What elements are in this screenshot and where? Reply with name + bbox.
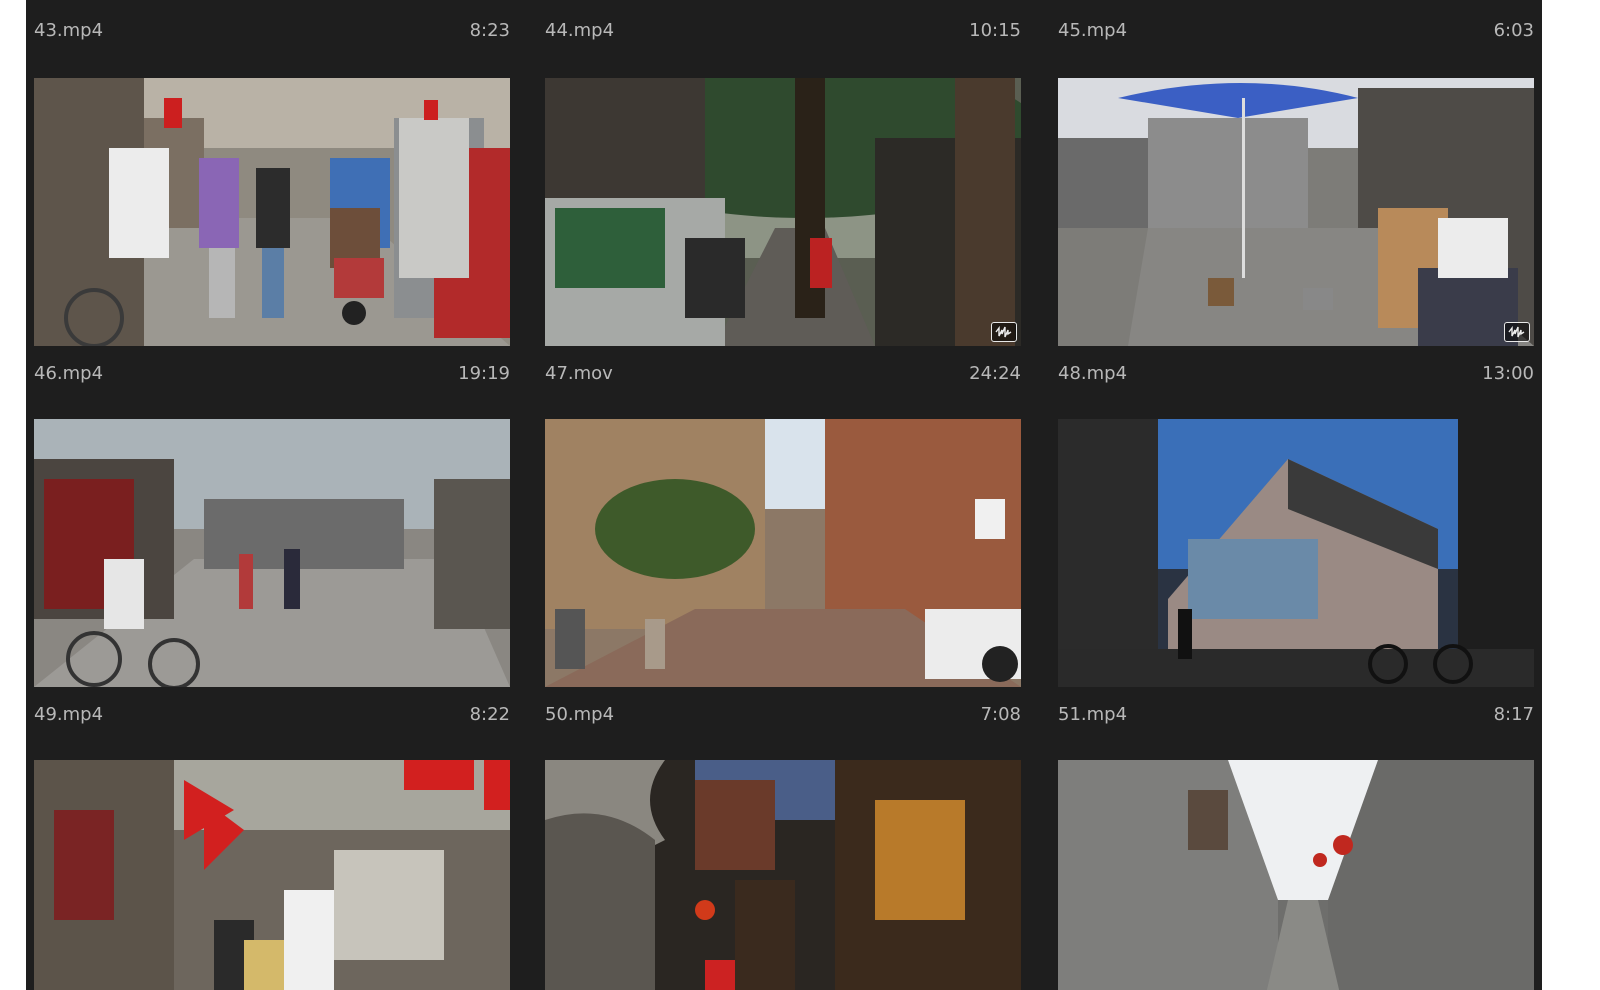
clip-filename: 46.mp4 xyxy=(34,363,104,384)
clip-duration: 10:15 xyxy=(969,20,1021,41)
clip-duration: 8:17 xyxy=(1493,704,1534,725)
clip-thumbnail[interactable] xyxy=(1058,419,1534,687)
audio-waveform-icon xyxy=(991,322,1017,342)
audio-waveform-icon xyxy=(1504,322,1530,342)
clip-filename: 45.mp4 xyxy=(1058,20,1128,41)
clip-thumbnail[interactable] xyxy=(1058,760,1534,990)
clip-duration: 24:24 xyxy=(969,363,1021,384)
clip-filename: 44.mp4 xyxy=(545,20,615,41)
clip-duration: 8:22 xyxy=(469,704,510,725)
thumbnail-image xyxy=(545,78,1021,346)
clip-filename: 48.mp4 xyxy=(1058,363,1128,384)
thumbnail-image xyxy=(545,419,1021,687)
thumbnail-image xyxy=(1058,419,1534,687)
thumbnail-image xyxy=(1058,78,1534,346)
thumbnail-image xyxy=(1058,760,1534,990)
thumbnail-image xyxy=(34,760,510,990)
clip-thumbnail[interactable] xyxy=(34,760,510,990)
clip-filename: 43.mp4 xyxy=(34,20,104,41)
thumbnail-image xyxy=(34,78,510,346)
clip-duration: 7:08 xyxy=(980,704,1021,725)
media-browser-panel: 43.mp4 8:23 44.mp4 10:15 45.mp4 6:03 46.… xyxy=(26,0,1542,990)
clip-thumbnail[interactable] xyxy=(545,78,1021,346)
clip-thumbnail[interactable] xyxy=(545,419,1021,687)
clip-thumbnail[interactable] xyxy=(34,419,510,687)
clip-filename: 49.mp4 xyxy=(34,704,104,725)
clip-filename: 47.mov xyxy=(545,363,613,384)
clip-filename: 50.mp4 xyxy=(545,704,615,725)
clip-thumbnail[interactable] xyxy=(545,760,1021,990)
clip-thumbnail[interactable] xyxy=(1058,78,1534,346)
thumbnail-image xyxy=(34,419,510,687)
clip-duration: 19:19 xyxy=(458,363,510,384)
clip-duration: 6:03 xyxy=(1493,20,1534,41)
clip-duration: 8:23 xyxy=(469,20,510,41)
clip-duration: 13:00 xyxy=(1482,363,1534,384)
clip-filename: 51.mp4 xyxy=(1058,704,1128,725)
clip-thumbnail[interactable] xyxy=(34,78,510,346)
thumbnail-image xyxy=(545,760,1021,990)
